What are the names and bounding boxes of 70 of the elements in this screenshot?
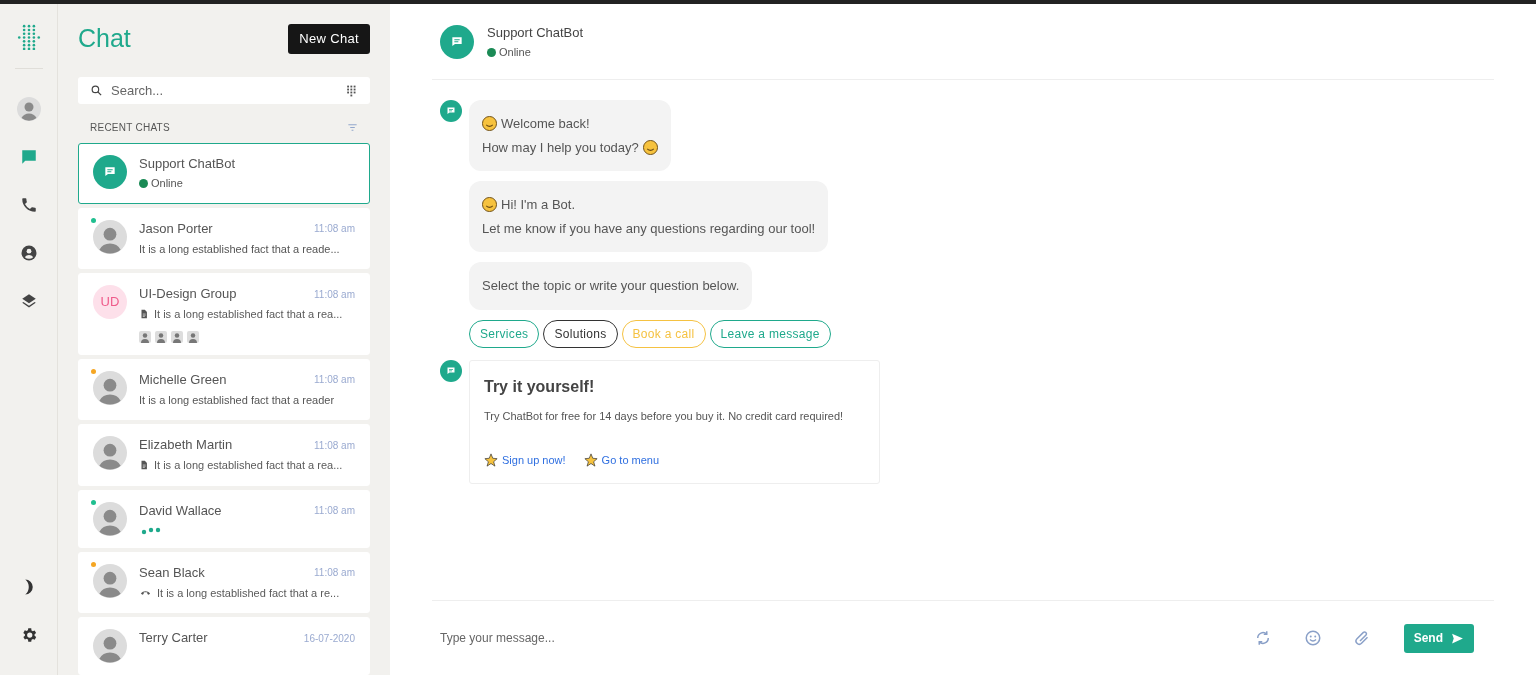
member-avatar [187,330,199,343]
chat-item[interactable]: Elizabeth Martin 11:08 am It is a long established fact that a rea... [78,424,370,486]
avatar-icon [93,370,127,405]
contact-name: Jason Porter [139,219,213,238]
message-time: 11:08 am [314,566,355,580]
file-icon [139,459,149,472]
chat-item[interactable]: David Wallace 11:08 am [78,489,370,548]
message-preview: It is a long established fact that a rea... [154,458,343,473]
section-label: RECENT CHATS [90,121,170,135]
contact-name: Support ChatBot [487,23,584,42]
chat-item[interactable]: Support ChatBot Online [78,143,370,204]
message-text: Let me know if you have any questions regarding our tool! [482,219,816,238]
panel-title: Chat [78,23,131,55]
message-preview: It is a long established fact that a reader [139,392,335,408]
contact-name: Michelle Green [139,370,227,389]
new-chat-button[interactable]: New Chat [288,24,370,54]
group-avatar: UD [93,285,127,319]
chat-item[interactable]: Jason Porter 11:08 am It is a long established fact that a reade... [78,207,370,269]
file-icon [139,308,149,321]
avatar-icon [93,501,127,536]
message-time: 16-07-2020 [303,631,355,646]
message-text: Hi! I'm a Bot. [501,196,575,214]
card-link[interactable]: Sign up now! [502,452,566,469]
message-preview: It is a long established fact that a rea... [154,307,343,322]
member-avatar [171,330,183,343]
member-avatar [155,330,167,343]
avatar-icon [93,563,127,598]
send-icon [1451,631,1464,645]
online-dot [487,47,496,57]
message-text: Welcome back! [501,115,590,133]
message-preview: It is a long established fact that a reade... [139,241,340,257]
message-time: 11:08 am [314,287,355,302]
message-time: 11:08 am [314,373,355,387]
online-dot [139,178,148,188]
contact-name: Terry Carter [139,629,208,648]
contact-name: UI-Design Group [139,285,237,304]
contact-name: Support ChatBot [139,155,236,174]
star-emoji-icon [583,453,598,468]
contact-name: Sean Black [139,563,205,582]
message-input[interactable]: Type your message... [440,623,1228,653]
message-time: 11:08 am [314,438,355,453]
card-text: Try ChatBot for free for 14 days before you buy it. No credit card required! [484,408,845,424]
message-text: How may I help you today? [482,138,639,157]
logo-icon [15,24,42,50]
search-icon [90,84,103,97]
message-time: 11:08 am [314,504,355,518]
avatar-icon [93,436,127,470]
avatar-icon [93,219,127,254]
message-time: 11:08 am [314,222,355,236]
status-text: Online [499,45,531,60]
card-link[interactable]: Go to menu [601,452,660,469]
card-title: Try it yourself! [484,376,596,397]
avatar-icon [16,97,41,121]
chat-item[interactable]: Terry Carter 16-07-2020 [78,617,370,675]
search-field[interactable]: Search... [111,77,337,104]
chat-item[interactable]: Michelle Green 11:08 am It is a long established fact that a reader [78,358,370,420]
star-emoji-icon [484,453,498,468]
chat-item[interactable]: UD UI-Design Group 11:08 am It is a long established fact that a rea... [78,273,370,355]
message-text: Select the topic or write your question below. [482,277,740,295]
bot-avatar [93,155,127,189]
avatar-icon [93,629,127,663]
chat-item[interactable]: Sean Black 11:08 am It is a long established fact that a re... [78,551,370,613]
member-avatar [139,330,151,343]
dialpad-icon[interactable] [345,84,358,97]
contact-name: Elizabeth Martin [139,436,233,455]
search-box[interactable]: Search... [78,77,370,104]
message-preview: It is a long established fact that a re... [157,585,340,601]
contact-name: David Wallace [139,501,222,520]
bot-avatar [440,24,474,59]
status-text: Online [151,176,183,191]
